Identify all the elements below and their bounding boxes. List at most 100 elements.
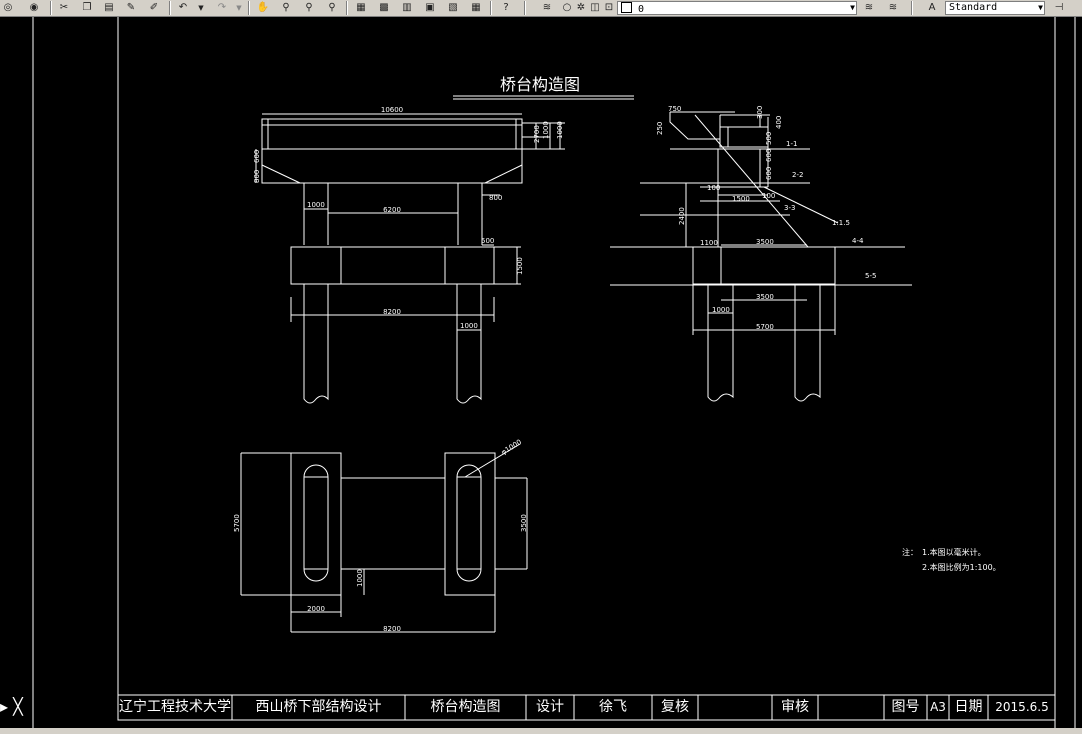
markup-icon[interactable]: ▧ (446, 1, 460, 15)
sec-dim-250: 250 (656, 122, 664, 135)
dim-col-width: 1000 (307, 201, 325, 209)
dim-cap-edge: 500 (481, 237, 494, 245)
zoom-previous-icon[interactable]: ⚲ (325, 1, 339, 15)
slope-label: 1:1.5 (832, 219, 850, 227)
dim-left-2: 600 (253, 150, 261, 163)
check-value (698, 695, 772, 720)
dim-right-height-3: 1000 (556, 121, 564, 139)
layer-lock-icon[interactable]: ⊡ (602, 1, 616, 15)
design-center-icon[interactable]: ▩ (377, 1, 391, 15)
dim-cap-height: 1500 (516, 257, 524, 275)
cut-icon[interactable]: ✂ (57, 1, 71, 15)
sec-dim-400: 400 (775, 116, 783, 129)
sheet-border (32, 17, 1076, 728)
section-label-2: 2-2 (792, 171, 803, 179)
school-name: 辽宁工程技术大学 (119, 699, 231, 715)
redo-dropdown-icon[interactable]: ▼ (234, 1, 244, 15)
sec-dim-d: 2400 (678, 207, 686, 225)
sec-dim-g: 3500 (756, 293, 774, 301)
text-style-dropdown[interactable]: Standard ▼ (945, 1, 1045, 15)
zoom-window-icon[interactable]: ⚲ (302, 1, 316, 15)
sec-dim-stack-3: 600 (765, 167, 773, 180)
dim-chamfer: 800 (489, 194, 502, 202)
toolbar-separator (346, 1, 348, 15)
plan-pile-label: φ1000 (500, 438, 523, 457)
toolbar-separator (169, 1, 171, 15)
sec-dim-750: 750 (668, 105, 681, 113)
dim-col-spacing: 6200 (383, 206, 401, 214)
match-properties-icon[interactable]: ✎ (124, 1, 138, 15)
section-view (610, 111, 912, 402)
toolbar-separator (490, 1, 492, 15)
layer-manager-icon[interactable]: ≋ (540, 1, 554, 15)
publish-icon[interactable]: ◉ (27, 1, 41, 15)
notes: 注： 1.本图以毫米计。 2.本图比例为1:100。 (902, 547, 1001, 572)
sec-dim-e: 1100 (700, 239, 718, 247)
note-line-1: 1.本图以毫米计。 (922, 547, 986, 557)
layer-freeze-icon[interactable]: ✲ (574, 1, 588, 15)
properties-icon[interactable]: ▦ (354, 1, 368, 15)
sec-dim-c: 100 (762, 192, 775, 200)
plan-dim-total: 8200 (383, 625, 401, 633)
approve-value (818, 695, 884, 720)
toolbar-separator (50, 1, 52, 15)
check-label: 复核 (661, 699, 689, 715)
dim-right-height-1: 2700 (533, 125, 541, 143)
zoom-realtime-icon[interactable]: ⚲ (279, 1, 293, 15)
drawing-title: 桥台构造图 (500, 75, 580, 94)
chevron-down-icon: ▼ (1038, 3, 1043, 12)
sec-dim-stack-2: 600 (765, 149, 773, 162)
chevron-down-icon: ▼ (850, 3, 855, 12)
title-block: 辽宁工程技术大学 西山桥下部结构设计 桥台构造图 设计 徐飞 复核 审核 图号 … (118, 695, 1056, 720)
section-label-1: 1-1 (786, 140, 797, 148)
web-icon[interactable]: ◎ (1, 1, 15, 15)
make-layer-current-icon[interactable]: ≋ (862, 1, 876, 15)
layer-name: 0 (638, 4, 645, 15)
note-prefix: 注： (902, 547, 918, 557)
text-style-value: Standard (949, 2, 998, 13)
block-editor-icon[interactable]: ✐ (147, 1, 161, 15)
plan-dim-left: 2000 (307, 605, 325, 613)
help-icon[interactable]: ? (499, 1, 513, 15)
dim-cap-width: 8200 (383, 308, 401, 316)
layer-previous-icon[interactable]: ≋ (886, 1, 900, 15)
layer-viewport-icon[interactable]: ◫ (588, 1, 602, 15)
undo-icon[interactable]: ↶ (176, 1, 190, 15)
plan-dim-gap: 1000 (356, 569, 364, 587)
toolbar-separator (911, 1, 913, 15)
dimension-style-icon[interactable]: ⊣ (1052, 1, 1066, 15)
text-style-icon[interactable]: A (925, 1, 939, 15)
sec-dim-a: 100 (707, 184, 720, 192)
dim-right-height-2: 1000 (542, 121, 550, 139)
sec-dim-i: 5700 (756, 323, 774, 331)
sec-dim-h: 1000 (712, 306, 730, 314)
approve-label: 审核 (781, 699, 809, 715)
plan-dim-inner: 3500 (520, 514, 528, 532)
sec-dim-b: 1500 (732, 195, 750, 203)
pan-icon[interactable]: ✋ (256, 1, 270, 15)
note-line-2: 2.本图比例为1:100。 (922, 562, 1001, 572)
section-label-4: 4-4 (852, 237, 864, 245)
drawing-name: 桥台构造图 (430, 699, 501, 715)
layer-dropdown[interactable]: 0 ▼ (617, 1, 857, 15)
toolbar-separator (524, 1, 526, 15)
sec-dim-300: 300 (756, 106, 764, 119)
layer-on-icon[interactable]: ○ (560, 1, 574, 15)
sheet-set-icon[interactable]: ▣ (423, 1, 437, 15)
dim-top-width: 10600 (381, 106, 403, 114)
dim-left-1: 800 (253, 170, 261, 183)
plan-view (240, 443, 528, 633)
section-label-5: 5-5 (865, 272, 876, 280)
tool-palettes-icon[interactable]: ▥ (400, 1, 414, 15)
plan-dim-height: 5700 (233, 514, 241, 532)
sec-dim-f: 3500 (756, 238, 774, 246)
section-label-3: 3-3 (784, 204, 795, 212)
redo-icon[interactable]: ↷ (215, 1, 229, 15)
standard-toolbar: ◎ ◉ ✂ ❐ ▤ ✎ ✐ ↶ ▼ ↷ ▼ ✋ ⚲ ⚲ ⚲ ▦ ▩ ▥ ▣ ▧ … (0, 0, 1082, 17)
undo-dropdown-icon[interactable]: ▼ (196, 1, 206, 15)
calculator-icon[interactable]: ▦ (469, 1, 483, 15)
paste-icon[interactable]: ▤ (102, 1, 116, 15)
layout-tabs-strip[interactable] (0, 728, 1082, 734)
copy-icon[interactable]: ❐ (80, 1, 94, 15)
ucs-icon: ▸ ╳ (0, 697, 23, 716)
